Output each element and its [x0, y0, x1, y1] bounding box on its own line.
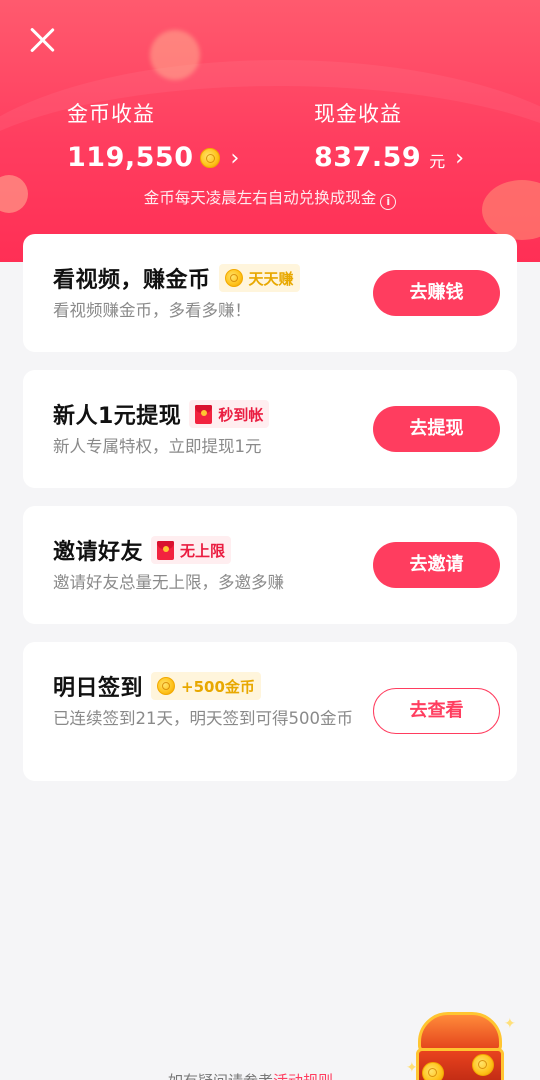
chevron-right-icon: ›	[230, 145, 240, 171]
cash-earnings-amount: 837.59	[314, 142, 422, 173]
red-envelope-icon	[195, 404, 213, 424]
task-title: 看视频，赚金币	[53, 268, 211, 293]
task-tag-label: +500金币	[181, 677, 255, 696]
chevron-right-icon: ›	[455, 145, 465, 171]
task-description: 邀请好友总量无上限，多邀多赚	[53, 573, 284, 592]
task-tag-label: 无上限	[180, 541, 226, 560]
coin-icon	[224, 269, 243, 287]
footer-rules: 如有疑问请参考活动规则	[168, 1070, 333, 1080]
task-description: 已连续签到21天，明天签到可得500金币	[53, 709, 353, 728]
exchange-notice: 金币每天凌晨左右自动兑换成现金 i	[0, 186, 540, 210]
red-envelope-icon	[157, 540, 175, 560]
task-description: 新人专属特权，立即提现1元	[53, 437, 262, 456]
task-card-invite-friends: 邀请好友 无上限 邀请好友总量无上限，多邀多赚 去邀请	[23, 506, 517, 624]
gold-earnings-label: 金币收益	[67, 102, 155, 126]
gold-earnings-link[interactable]: 119,550 ›	[67, 142, 239, 173]
task-tag: 秒到帐	[189, 400, 270, 428]
rules-link[interactable]: 活动规则	[273, 1072, 333, 1080]
task-tag: +500金币	[151, 672, 261, 700]
task-title: 邀请好友	[53, 540, 144, 565]
task-card-checkin: 明日签到 +500金币 已连续签到21天，明天签到可得500金币 去查看	[23, 642, 517, 781]
earnings-header: 金币收益 119,550 › 现金收益 837.59 元 › 金币每天凌晨左右自…	[0, 0, 540, 262]
close-icon[interactable]	[26, 24, 58, 56]
cash-unit: 元	[429, 151, 446, 171]
cash-earnings: 现金收益 837.59 元 ›	[314, 98, 464, 173]
chest-lid	[418, 1012, 502, 1052]
exchange-notice-text: 金币每天凌晨左右自动兑换成现金	[143, 189, 377, 207]
coin-icon	[422, 1062, 444, 1080]
earn-money-button[interactable]: 去赚钱	[373, 270, 500, 316]
cash-earnings-label: 现金收益	[314, 102, 402, 126]
task-title: 新人1元提现	[53, 404, 182, 429]
task-description: 看视频赚金币，多看多赚！	[53, 301, 251, 320]
gold-earnings-amount: 119,550	[67, 142, 194, 173]
withdraw-button[interactable]: 去提现	[373, 406, 500, 452]
info-icon[interactable]: i	[380, 194, 397, 210]
task-tag: 无上限	[151, 536, 232, 564]
task-tag: 天天赚	[218, 264, 300, 292]
header-decoration	[150, 30, 200, 80]
task-tag-label: 天天赚	[248, 269, 294, 288]
status-bar	[0, 0, 540, 10]
footer-text: 如有疑问请参考	[168, 1072, 273, 1080]
gold-earnings: 金币收益 119,550 ›	[67, 98, 239, 173]
treasure-chest-icon[interactable]: ✦ ✦	[406, 1012, 516, 1080]
view-checkin-button[interactable]: 去查看	[373, 688, 500, 734]
task-card-watch-video: 看视频，赚金币 天天赚 看视频赚金币，多看多赚！ 去赚钱	[23, 234, 517, 352]
cash-earnings-link[interactable]: 837.59 元 ›	[314, 142, 464, 173]
invite-button[interactable]: 去邀请	[373, 542, 500, 588]
coin-icon	[157, 677, 176, 695]
task-title: 明日签到	[53, 676, 144, 701]
sparkle-icon: ✦	[406, 1060, 418, 1076]
task-tag-label: 秒到帐	[218, 405, 264, 424]
sparkle-icon: ✦	[504, 1016, 516, 1032]
task-card-new-user-withdraw: 新人1元提现 秒到帐 新人专属特权，立即提现1元 去提现	[23, 370, 517, 488]
coin-icon	[472, 1054, 494, 1076]
coin-icon	[200, 147, 221, 168]
